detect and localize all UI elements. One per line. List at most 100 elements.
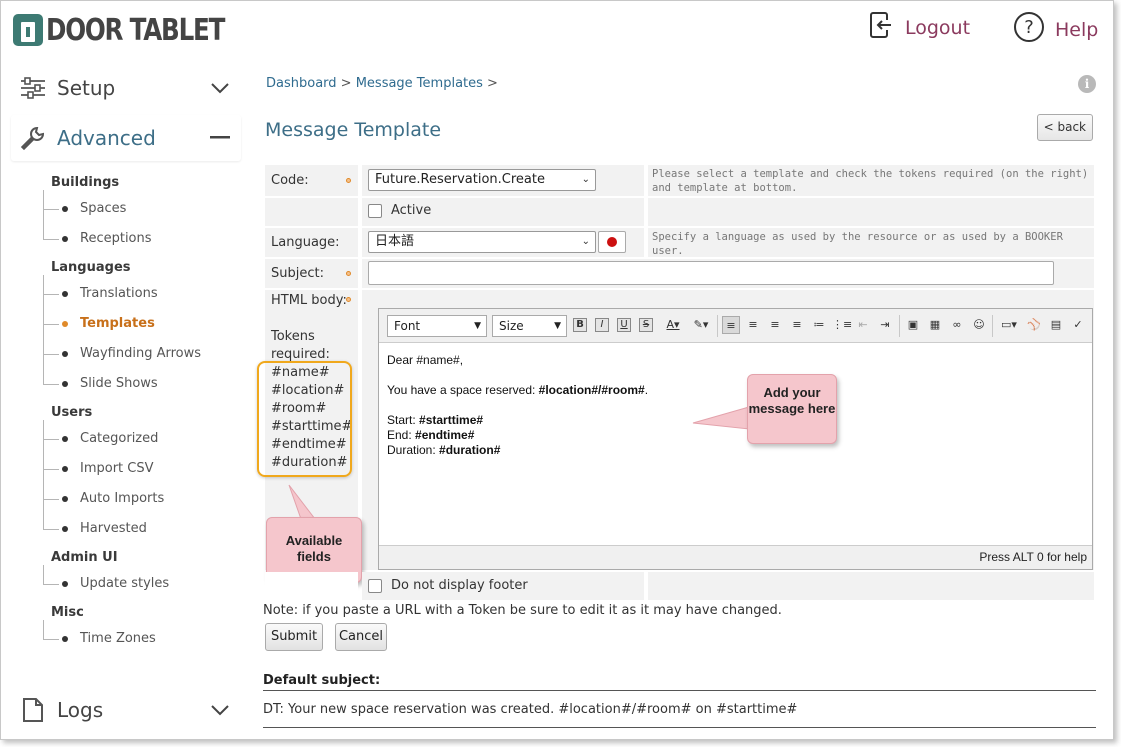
door-tablet-logo[interactable]: DOOR TABLET xyxy=(13,12,263,48)
cancel-button[interactable]: Cancel xyxy=(335,623,387,651)
ordered-list-icon[interactable]: ≔ xyxy=(810,316,828,334)
find-icon[interactable]: ⚾ xyxy=(1025,316,1043,334)
language-select[interactable]: 日本語 ⌄ xyxy=(368,231,596,253)
underline-icon[interactable]: U xyxy=(617,318,631,332)
advanced-submenu: Buildings Spaces Receptions Languages Transl… xyxy=(41,172,241,657)
tokens-label: Tokens required: xyxy=(271,329,330,362)
align-left-icon[interactable]: ≡ xyxy=(722,316,740,334)
submenu-group-title: Misc xyxy=(51,605,84,620)
toolbar-separator xyxy=(899,315,900,337)
breadcrumb-separator: > xyxy=(482,76,498,91)
tree-branch xyxy=(43,529,59,530)
sidebar-item-import-csv[interactable]: Import CSV xyxy=(41,454,241,484)
tree-branch xyxy=(43,439,59,440)
back-button[interactable]: < back xyxy=(1036,114,1093,141)
source-icon[interactable]: ▤ xyxy=(1047,316,1065,334)
emoticon-icon[interactable]: ☺ xyxy=(970,316,988,334)
sliders-icon xyxy=(20,77,46,99)
end-token: #endtime# xyxy=(415,428,475,442)
tree-branch xyxy=(43,354,59,355)
breadcrumb-message-templates[interactable]: Message Templates xyxy=(356,76,483,91)
sidebar-item-time-zones[interactable]: Time Zones xyxy=(41,624,241,654)
size-select[interactable]: Size ▼ xyxy=(492,315,567,337)
code-select[interactable]: Future.Reservation.Create ⌄ xyxy=(368,169,596,191)
language-row: Language: 日本語 ⌄ Specify a language as us… xyxy=(265,228,1094,257)
callout-add-message: Add your message here xyxy=(747,374,837,444)
tokens-highlight xyxy=(257,361,352,477)
divider xyxy=(263,727,1096,728)
menu-setup[interactable]: Setup xyxy=(11,65,241,111)
bullet-icon xyxy=(62,236,68,242)
logout-link[interactable]: Logout xyxy=(869,11,970,44)
chevron-down-icon: ⌄ xyxy=(581,236,590,247)
menu-logs[interactable]: Logs xyxy=(11,687,241,733)
code-label: Code: xyxy=(271,173,309,188)
outdent-icon[interactable]: ⇤ xyxy=(854,316,872,334)
sidebar-item-spaces[interactable]: Spaces xyxy=(41,194,241,224)
sidebar-item-categorized[interactable]: Categorized xyxy=(41,424,241,454)
info-icon[interactable]: i xyxy=(1078,75,1096,93)
brand-name: DOOR TABLET xyxy=(46,12,225,48)
italic-icon[interactable]: I xyxy=(595,318,609,332)
editor-content[interactable]: Dear #name#, You have a space reserved: … xyxy=(387,353,648,458)
strikethrough-icon[interactable]: S xyxy=(639,318,653,332)
subject-input[interactable] xyxy=(368,261,1054,285)
bullet-icon xyxy=(62,321,68,327)
help-label: Help xyxy=(1055,18,1099,41)
reserved-line: You have a space reserved: #location#/#r… xyxy=(387,383,648,398)
link-icon[interactable]: ∞ xyxy=(948,316,966,334)
default-subject-text: DT: Your new space reservation was creat… xyxy=(263,702,798,717)
html-body-label: HTML body: xyxy=(271,293,347,308)
tree-branch xyxy=(43,209,59,210)
menu-advanced[interactable]: Advanced xyxy=(11,115,241,161)
unordered-list-icon[interactable]: ⋮≡ xyxy=(832,316,852,334)
table-icon[interactable]: ▦ xyxy=(926,316,944,334)
html-editor[interactable]: Font ▼ Size ▼ B I U S A▾ ✎▾ ≡ ≡ ≡ ≡ ≔ ⋮≡ ⇤… xyxy=(378,308,1093,570)
sidebar: Setup Advanced Buildings Spaces Receptions… xyxy=(1,65,249,739)
breadcrumb-dashboard[interactable]: Dashboard xyxy=(266,76,337,91)
duration-line: Duration: #duration# xyxy=(387,443,648,458)
sidebar-item-harvested[interactable]: Harvested xyxy=(41,514,241,544)
image-icon[interactable]: ▣ xyxy=(904,316,922,334)
clear-format-icon[interactable]: ▭▾ xyxy=(997,316,1021,334)
tree-branch xyxy=(43,584,59,585)
font-color-icon[interactable]: A▾ xyxy=(661,316,685,334)
align-right-icon[interactable]: ≡ xyxy=(766,316,784,334)
menu-logs-label: Logs xyxy=(57,698,104,722)
highlight-color-icon[interactable]: ✎▾ xyxy=(689,316,713,334)
sidebar-item-translations[interactable]: Translations xyxy=(41,279,241,309)
bullet-icon xyxy=(62,206,68,212)
reserved-suffix: . xyxy=(644,383,649,397)
indent-icon[interactable]: ⇥ xyxy=(876,316,894,334)
sidebar-item-auto-imports[interactable]: Auto Imports xyxy=(41,484,241,514)
japan-flag-icon[interactable] xyxy=(598,231,626,253)
callout-pointer xyxy=(692,406,750,430)
tree-branch xyxy=(43,239,59,240)
help-link[interactable]: ? Help xyxy=(1013,11,1098,48)
submenu-group: Languages Translations Templates Wayfinding… xyxy=(41,257,241,399)
bullet-icon xyxy=(62,496,68,502)
bold-icon[interactable]: B xyxy=(573,318,587,332)
tree-branch xyxy=(43,324,59,325)
sidebar-item-templates[interactable]: Templates xyxy=(41,309,241,339)
no-footer-checkbox[interactable] xyxy=(368,579,382,593)
sidebar-item-slide-shows[interactable]: Slide Shows xyxy=(41,369,241,399)
align-center-icon[interactable]: ≡ xyxy=(744,316,762,334)
sidebar-item-update-styles[interactable]: Update styles xyxy=(41,569,241,599)
sidebar-item-wayfinding-arrows[interactable]: Wayfinding Arrows xyxy=(41,339,241,369)
sidebar-item-receptions[interactable]: Receptions xyxy=(41,224,241,254)
caret-down-icon: ▼ xyxy=(474,321,481,331)
default-subject-heading: Default subject: xyxy=(263,673,381,688)
active-checkbox[interactable] xyxy=(368,204,382,218)
empty-label-cell xyxy=(265,572,358,600)
no-footer-field-cell: Do not display footer xyxy=(362,572,644,600)
submit-button[interactable]: Submit xyxy=(265,623,323,651)
bullet-icon xyxy=(62,436,68,442)
no-footer-row: Do not display footer xyxy=(265,572,1094,600)
justify-icon[interactable]: ≡ xyxy=(788,316,806,334)
spellcheck-icon[interactable]: ✓ xyxy=(1069,316,1087,334)
app-window: DOOR TABLET Logout ? Help Setup Advanced… xyxy=(0,0,1114,740)
font-select[interactable]: Font ▼ xyxy=(387,315,487,337)
end-label: End: xyxy=(387,428,416,442)
reserved-tokens: #location#/#room# xyxy=(538,383,645,397)
